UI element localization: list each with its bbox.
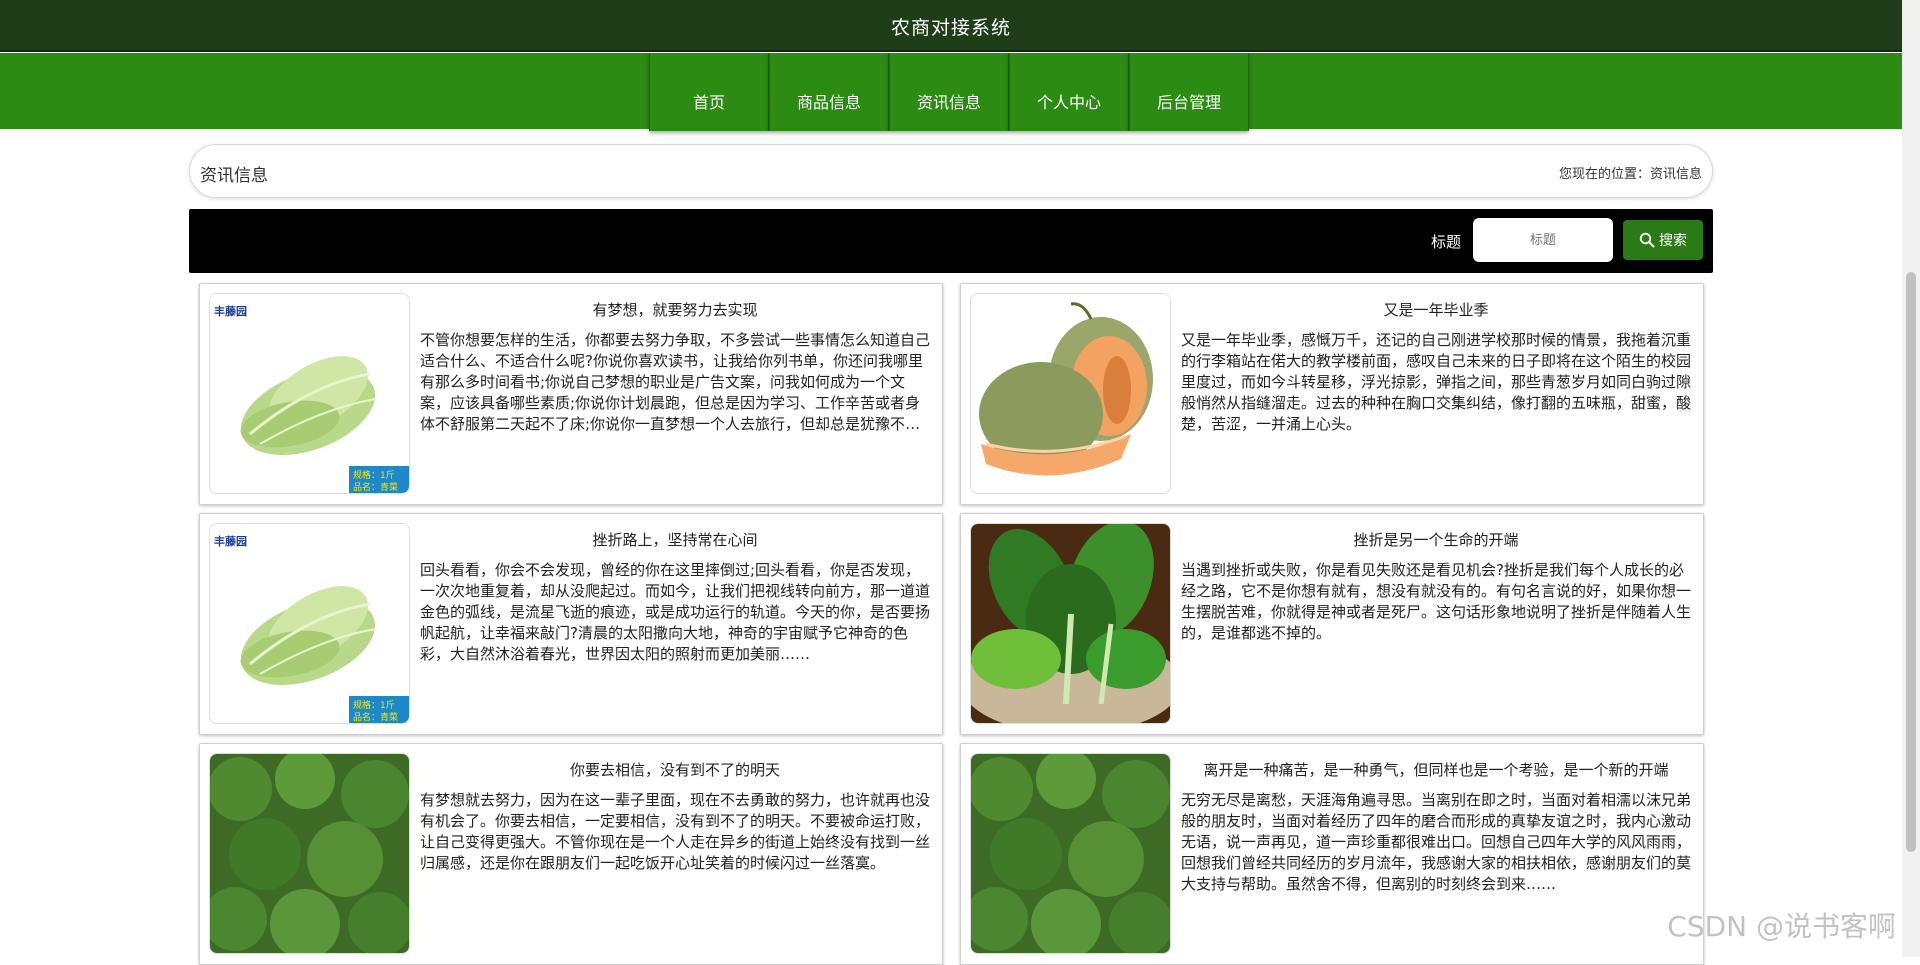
nav-item-home[interactable]: 首页: [649, 53, 769, 131]
article-card[interactable]: 丰藤园 规格：1斤 品名：青菜 挫折路上，坚持常在心间 回头看看，你会不会发现，…: [199, 513, 943, 735]
article-summary: 有梦想就去努力，因为在这一辈子里面，现在不去勇敢的努力，也许就再也没有机会了。你…: [420, 790, 930, 874]
article-card[interactable]: 又是一年毕业季 又是一年毕业季，感慨万千，还记的自己刚进学校那时候的情景，我拖着…: [960, 283, 1704, 505]
search-input[interactable]: [1473, 218, 1613, 262]
nav-item-news[interactable]: 资讯信息: [889, 53, 1009, 131]
badge-spec: 规格：1斤: [353, 469, 395, 481]
article-title[interactable]: 你要去相信，没有到不了的明天: [420, 759, 930, 780]
leafy-greens-image: [970, 523, 1171, 724]
nav-item-admin[interactable]: 后台管理: [1129, 53, 1249, 131]
article-title[interactable]: 又是一年毕业季: [1181, 299, 1691, 320]
badge-spec: 规格：1斤: [353, 699, 395, 711]
search-label: 标题: [1431, 231, 1461, 252]
breadcrumb-location: 您现在的位置：资讯信息: [1559, 163, 1702, 182]
article-card[interactable]: 离开是一种痛苦，是一种勇气，但同样也是一个考验，是一个新的开端 无穷无尽是离愁，…: [960, 743, 1704, 965]
article-title[interactable]: 有梦想，就要努力去实现: [420, 299, 930, 320]
app-title: 农商对接系统: [0, 13, 1902, 40]
article-summary: 无穷无尽是离愁，天涯海角遍寻思。当离别在即之时，当面对着相濡以沫兄弟般的朋友时，…: [1181, 790, 1691, 895]
scrollbar-thumb[interactable]: [1906, 272, 1916, 852]
search-button-label: 搜索: [1659, 230, 1687, 250]
watermark: CSDN @说书客啊: [1667, 905, 1896, 945]
article-summary: 又是一年毕业季，感慨万千，还记的自己刚进学校那时候的情景，我拖着沉重的行李箱站在…: [1181, 330, 1691, 435]
nav-item-products[interactable]: 商品信息: [769, 53, 889, 131]
page-scrollbar[interactable]: [1902, 0, 1920, 957]
search-button[interactable]: 搜索: [1623, 220, 1703, 260]
article-summary: 不管你想要怎样的生活，你都要去努力争取，不多尝试一些事情怎么知道自己适合什么、不…: [420, 330, 930, 435]
broccoli-image: [970, 753, 1171, 954]
article-card[interactable]: 你要去相信，没有到不了的明天 有梦想就去努力，因为在这一辈子里面，现在不去勇敢的…: [199, 743, 943, 965]
melon-image: [970, 293, 1171, 494]
article-title[interactable]: 离开是一种痛苦，是一种勇气，但同样也是一个考验，是一个新的开端: [1181, 759, 1691, 780]
brand-logo: 丰藤园: [214, 534, 247, 548]
badge-name: 品名：青菜: [353, 481, 398, 493]
broccoli-image: [209, 753, 410, 954]
article-summary: 回头看看，你会不会发现，曾经的你在这里摔倒过;回头看看，你是否发现，一次次地重复…: [420, 560, 930, 665]
badge-name: 品名：青菜: [353, 711, 398, 723]
breadcrumb-bar: 资讯信息 您现在的位置：资讯信息: [189, 144, 1713, 198]
article-card[interactable]: 挫折是另一个生命的开端 当遇到挫折或失败，你是看见失败还是看见机会?挫折是我们每…: [960, 513, 1704, 735]
lettuce-image: 丰藤园 规格：1斤 品名：青菜: [209, 523, 410, 724]
article-title[interactable]: 挫折路上，坚持常在心间: [420, 529, 930, 550]
article-card[interactable]: 丰藤园 规格：1斤 品名：青菜 有梦想，就要努力去实现 不管你想要怎样的生活，你…: [199, 283, 943, 505]
page-title: 资讯信息: [200, 161, 268, 186]
search-bar: 标题 搜索: [189, 209, 1713, 273]
lettuce-image: 丰藤园 规格：1斤 品名：青菜: [209, 293, 410, 494]
search-icon: [1639, 232, 1655, 248]
main-nav: 首页 商品信息 资讯信息 个人中心 后台管理: [649, 53, 1249, 131]
article-title[interactable]: 挫折是另一个生命的开端: [1181, 529, 1691, 550]
nav-item-personal-center[interactable]: 个人中心: [1009, 53, 1129, 131]
article-summary: 当遇到挫折或失败，你是看见失败还是看见机会?挫折是我们每个人成长的必经之路，它不…: [1181, 560, 1691, 644]
brand-logo: 丰藤园: [214, 304, 247, 318]
top-header: 农商对接系统: [0, 0, 1902, 52]
